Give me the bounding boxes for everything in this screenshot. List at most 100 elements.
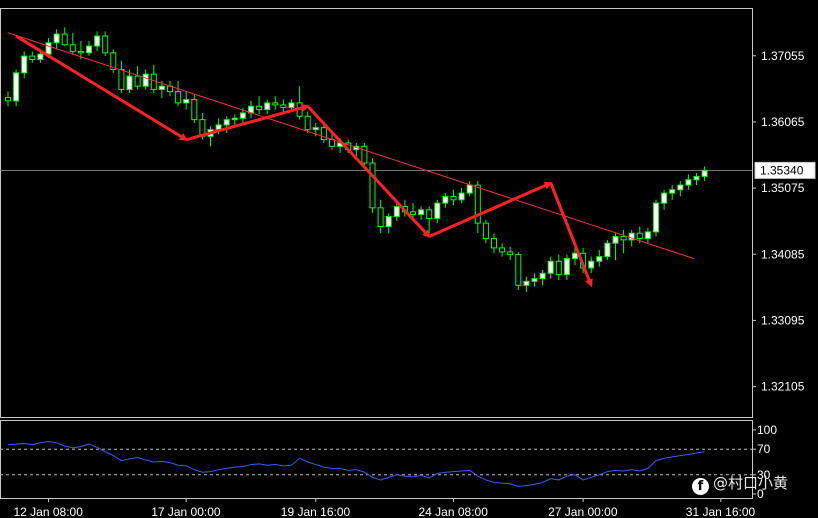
candle (175, 80, 182, 107)
candle-body (466, 184, 473, 194)
candle (53, 29, 60, 50)
candle (604, 239, 611, 260)
candle-body (272, 102, 279, 106)
price-tick-label: 1.36065 (761, 115, 805, 129)
candle (491, 233, 497, 254)
candle-body (588, 260, 595, 269)
candle (183, 91, 190, 110)
candle-body (158, 85, 165, 91)
time-tick-label: 12 Jan 08:00 (14, 505, 84, 518)
candle-body (329, 139, 335, 147)
candle (653, 199, 659, 237)
candle-body (86, 45, 92, 54)
current-price-label: 1.35340 (760, 163, 804, 177)
candle (86, 40, 92, 57)
candle (499, 243, 506, 257)
candle (264, 99, 271, 115)
indicator-border (0, 420, 753, 499)
candle-body (531, 278, 538, 282)
candle (21, 51, 28, 79)
candle-body (491, 238, 497, 249)
candle-body (102, 35, 109, 54)
candle (596, 249, 603, 267)
candle-body (304, 115, 311, 131)
candle (256, 96, 263, 115)
candle (385, 213, 392, 234)
candle-body (604, 242, 611, 258)
candle-body (239, 112, 246, 119)
candle (507, 246, 514, 260)
time-axis: 12 Jan 08:00 17 Jan 00:00 19 Jan 16:00 24 J… (14, 498, 756, 518)
candle-body (13, 72, 20, 102)
trend-arrow (306, 105, 431, 239)
candle-body (555, 260, 562, 276)
candle-body (547, 260, 554, 274)
price-tick-label: 1.33095 (761, 313, 805, 327)
candle-body (482, 222, 489, 240)
indicator-panel: 10070300 (0, 420, 777, 501)
candle (442, 193, 449, 208)
candle (669, 185, 676, 200)
candle (466, 181, 473, 197)
candle-body (523, 280, 530, 286)
candle (94, 31, 101, 52)
candle-body (369, 162, 376, 209)
candle (531, 273, 538, 287)
candle-body (94, 35, 101, 47)
candle-body (669, 189, 676, 194)
candle-body (134, 75, 141, 87)
candle (434, 199, 441, 224)
candle (474, 181, 481, 234)
candle (450, 189, 457, 206)
candle-body (37, 53, 44, 60)
price-axis: 1.37055 1.36065 1.35075 1.34085 1.33095 1.321… (752, 49, 816, 394)
candle-body (653, 202, 659, 233)
candle (547, 256, 554, 279)
price-tick-label: 1.37055 (761, 49, 805, 63)
candle-body (45, 42, 52, 55)
candle (555, 254, 562, 280)
candle-body (393, 205, 400, 218)
price-tick-label: 1.32105 (761, 380, 805, 394)
candle-body (264, 102, 271, 111)
time-tick-label: 31 Jan 16:00 (686, 505, 756, 518)
candle-body (21, 55, 28, 74)
candle-body (53, 33, 60, 44)
price-tick-label: 1.35075 (761, 181, 805, 195)
candle (418, 206, 425, 220)
watermark: f @村口小黄 (692, 472, 788, 495)
candle (118, 60, 125, 93)
candle-body (191, 99, 198, 121)
candle (563, 254, 570, 280)
candle-body (693, 175, 700, 181)
candle-body (434, 202, 441, 220)
candle (272, 96, 279, 110)
candle-body (150, 73, 157, 91)
candle (539, 269, 546, 286)
candle (661, 189, 668, 210)
indicator-level-label: 100 (757, 423, 777, 437)
candle (482, 219, 489, 244)
candle-body (596, 256, 603, 262)
candle (369, 158, 376, 214)
indicator-level-label: 70 (757, 442, 771, 456)
candle-body (142, 73, 149, 87)
candle-body (183, 99, 190, 104)
time-tick-label: 17 Jan 00:00 (151, 505, 221, 518)
candle-body (418, 209, 425, 216)
trend-line (7, 32, 695, 260)
candle-body (320, 127, 327, 141)
candle-body (29, 55, 36, 60)
candle (612, 233, 619, 260)
candle-body (377, 207, 384, 228)
indicator-line (7, 441, 705, 487)
candle (588, 256, 595, 274)
candle-body (426, 209, 433, 220)
candle-body (612, 236, 619, 244)
candle (167, 80, 173, 97)
time-tick-label: 19 Jan 16:00 (281, 505, 351, 518)
candle (377, 199, 384, 234)
candle-body (442, 195, 449, 204)
candle-body (256, 105, 263, 111)
candle-body (563, 258, 570, 276)
